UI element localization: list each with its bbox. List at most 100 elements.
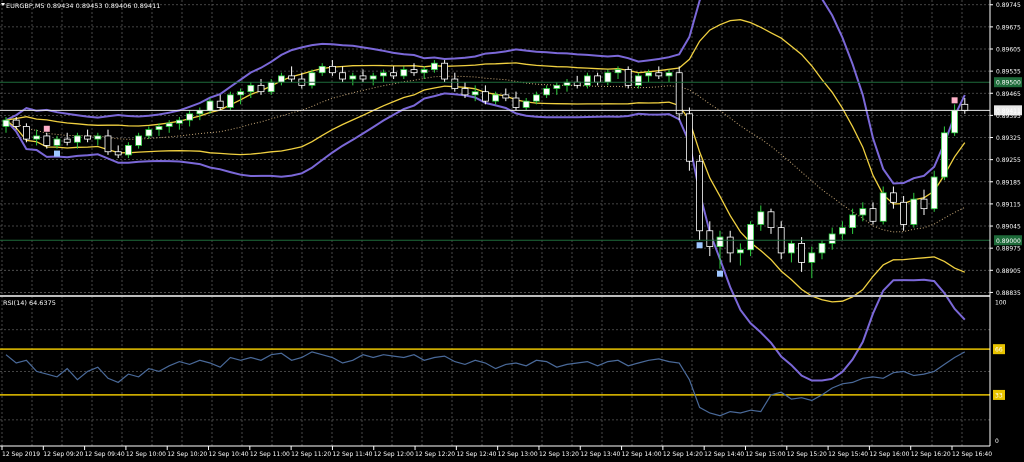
candle-body [533, 94, 540, 102]
candle[interactable] [226, 91, 234, 111]
candle-body [951, 110, 958, 134]
candle-body [63, 138, 71, 143]
candle-body [859, 208, 867, 216]
candle-body [696, 160, 703, 232]
candle-body [920, 198, 928, 210]
time-tick-label: 12 Sep 15:00 [745, 451, 785, 458]
candle-body [226, 94, 234, 108]
candle-body [788, 243, 795, 254]
candle-body [2, 119, 10, 127]
candle-body [237, 91, 245, 96]
candle-body [441, 62, 449, 80]
candle-body [74, 135, 81, 143]
time-tick-label: 12 Sep 12:40 [456, 451, 496, 458]
candle-body [941, 132, 948, 178]
price-marker-label: 0.89000 [996, 238, 1021, 245]
candle-body [808, 252, 816, 263]
candle-body [604, 72, 612, 83]
candle-body [716, 236, 724, 247]
candle-body [135, 135, 143, 146]
candle[interactable] [308, 69, 316, 89]
time-tick-label: 12 Sep 16:40 [952, 451, 992, 458]
candle-body [318, 65, 326, 74]
candle-body [706, 230, 714, 247]
candle-body [522, 100, 530, 108]
candle-body [145, 129, 153, 137]
candle-body [451, 78, 459, 89]
candle[interactable] [941, 126, 948, 181]
candle-body [665, 72, 673, 77]
candle-body [175, 119, 183, 124]
candle-body [33, 135, 40, 140]
candle-body [614, 69, 622, 74]
price-tick-label: 0.89605 [996, 47, 1021, 54]
candle[interactable] [686, 107, 693, 171]
candle-body [420, 69, 428, 74]
price-tick-label: 0.89255 [996, 157, 1021, 164]
candle-body [900, 201, 907, 225]
signal-marker [54, 150, 60, 157]
candle-body [747, 224, 754, 251]
candle-body [155, 126, 163, 131]
time-tick-label: 12 Sep 16:00 [869, 451, 909, 458]
candle[interactable] [675, 66, 683, 121]
time-tick-label: 12 Sep 09:40 [85, 451, 125, 458]
candle[interactable] [696, 154, 703, 241]
price-tick-label: 0.89535 [996, 69, 1021, 76]
candle-body [726, 236, 734, 254]
candle-body [186, 113, 194, 121]
candle-body [818, 243, 826, 254]
candle-body [798, 243, 805, 263]
candle-body [471, 91, 479, 96]
candle-body [247, 84, 255, 93]
candle-body [84, 135, 91, 140]
time-tick-label: 12 Sep 11:40 [332, 451, 372, 458]
candle-body [104, 135, 112, 153]
price-tick-label: 0.89045 [996, 224, 1021, 231]
candle-body [553, 84, 561, 89]
time-tick-label: 12 Sep 13:40 [580, 451, 620, 458]
candle-body [277, 75, 285, 83]
price-tick-label: 0.89325 [996, 135, 1021, 142]
candle-body [267, 81, 275, 93]
candle-body [655, 72, 663, 77]
candle-body [94, 135, 102, 140]
time-tick-label: 12 Sep 11:00 [250, 451, 290, 458]
candle-body [492, 94, 500, 102]
candle-body [400, 69, 408, 77]
candle-body [114, 151, 122, 156]
rsi-scale-label: 33 [995, 392, 1003, 399]
candle-body [359, 75, 367, 80]
signal-marker [43, 125, 50, 132]
time-tick-label: 12 Sep 15:20 [787, 451, 827, 458]
trading-chart[interactable]: EURGBP,M5 0.89434 0.89453 0.89406 0.8941… [0, 0, 1024, 462]
candle-body [584, 75, 591, 86]
time-tick-label: 12 Sep 16:20 [911, 451, 951, 458]
candle-body [12, 119, 20, 127]
time-tick-label: 12 Sep 12:00 [374, 451, 414, 458]
price-tick-label: 0.88835 [996, 290, 1021, 297]
candle-body [410, 69, 418, 74]
time-tick-label: 12 Sep 13:20 [539, 451, 579, 458]
candle-body [869, 208, 877, 222]
candle-body [930, 176, 938, 210]
candle-body [512, 97, 520, 108]
time-tick-label: 12 Sep 11:20 [291, 451, 331, 458]
time-tick-label: 12 Sep 2019 [2, 451, 40, 458]
candle-body [196, 110, 204, 115]
candle[interactable] [624, 66, 632, 89]
candle-body [288, 75, 296, 80]
candle-body [369, 75, 377, 80]
candle-body [594, 75, 601, 83]
price-tick-label: 0.89745 [996, 2, 1021, 9]
candle-body [206, 100, 214, 112]
candle-body [216, 100, 224, 108]
candle[interactable] [22, 123, 30, 143]
time-tick-label: 12 Sep 14:00 [622, 451, 662, 458]
candle-body [349, 75, 357, 80]
candle-body [390, 72, 398, 77]
time-tick-label: 12 Sep 12:20 [415, 451, 455, 458]
candle[interactable] [930, 170, 938, 212]
price-tick-label: 0.89115 [996, 201, 1021, 208]
candle[interactable] [441, 60, 449, 83]
